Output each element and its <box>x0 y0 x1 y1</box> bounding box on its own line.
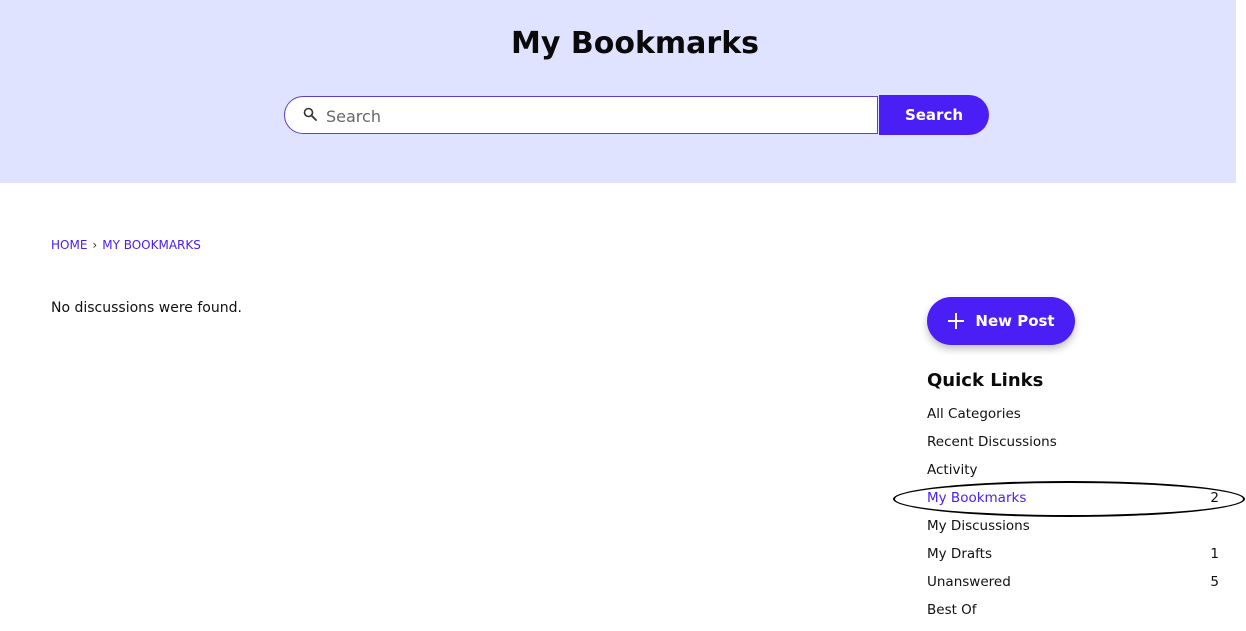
plus-icon <box>948 313 965 329</box>
quick-link-unanswered[interactable]: Unanswered 5 <box>927 572 1219 600</box>
breadcrumb: HOME › MY BOOKMARKS <box>51 237 201 253</box>
quick-links-list: All Categories Recent Discussions Activi… <box>927 404 1219 628</box>
empty-message: No discussions were found. <box>51 300 242 316</box>
quick-link-recent-discussions[interactable]: Recent Discussions <box>927 432 1219 460</box>
search-button[interactable]: Search <box>879 95 989 135</box>
quick-link-count: 2 <box>1210 490 1219 506</box>
quick-link-label[interactable]: Unanswered <box>927 574 1011 590</box>
quick-link-label[interactable]: My Discussions <box>927 518 1030 534</box>
search-input[interactable] <box>324 99 868 133</box>
quick-link-label[interactable]: My Bookmarks <box>927 490 1026 506</box>
breadcrumb-home[interactable]: HOME <box>51 238 87 252</box>
search-box[interactable] <box>284 96 878 134</box>
new-post-button[interactable]: New Post <box>927 297 1075 345</box>
breadcrumb-separator: › <box>92 238 98 252</box>
page-title: My Bookmarks <box>511 26 759 61</box>
quick-link-activity[interactable]: Activity <box>927 460 1219 488</box>
search-icon <box>303 107 317 121</box>
quick-link-label[interactable]: Activity <box>927 462 978 478</box>
quick-link-label[interactable]: My Drafts <box>927 546 992 562</box>
quick-link-count: 5 <box>1210 574 1219 590</box>
quick-link-all-categories[interactable]: All Categories <box>927 404 1219 432</box>
quick-link-count: 1 <box>1210 546 1219 562</box>
quick-link-best-of[interactable]: Best Of <box>927 600 1219 628</box>
quick-link-label[interactable]: Recent Discussions <box>927 434 1057 450</box>
quick-link-label[interactable]: Best Of <box>927 602 977 618</box>
quick-link-my-drafts[interactable]: My Drafts 1 <box>927 544 1219 572</box>
new-post-label: New Post <box>975 312 1055 330</box>
quick-links-title: Quick Links <box>927 370 1044 391</box>
breadcrumb-current[interactable]: MY BOOKMARKS <box>102 238 201 252</box>
quick-link-my-bookmarks[interactable]: My Bookmarks 2 <box>927 488 1219 516</box>
quick-link-label[interactable]: All Categories <box>927 406 1021 422</box>
search-bar: Search <box>284 95 989 135</box>
quick-link-my-discussions[interactable]: My Discussions <box>927 516 1219 544</box>
